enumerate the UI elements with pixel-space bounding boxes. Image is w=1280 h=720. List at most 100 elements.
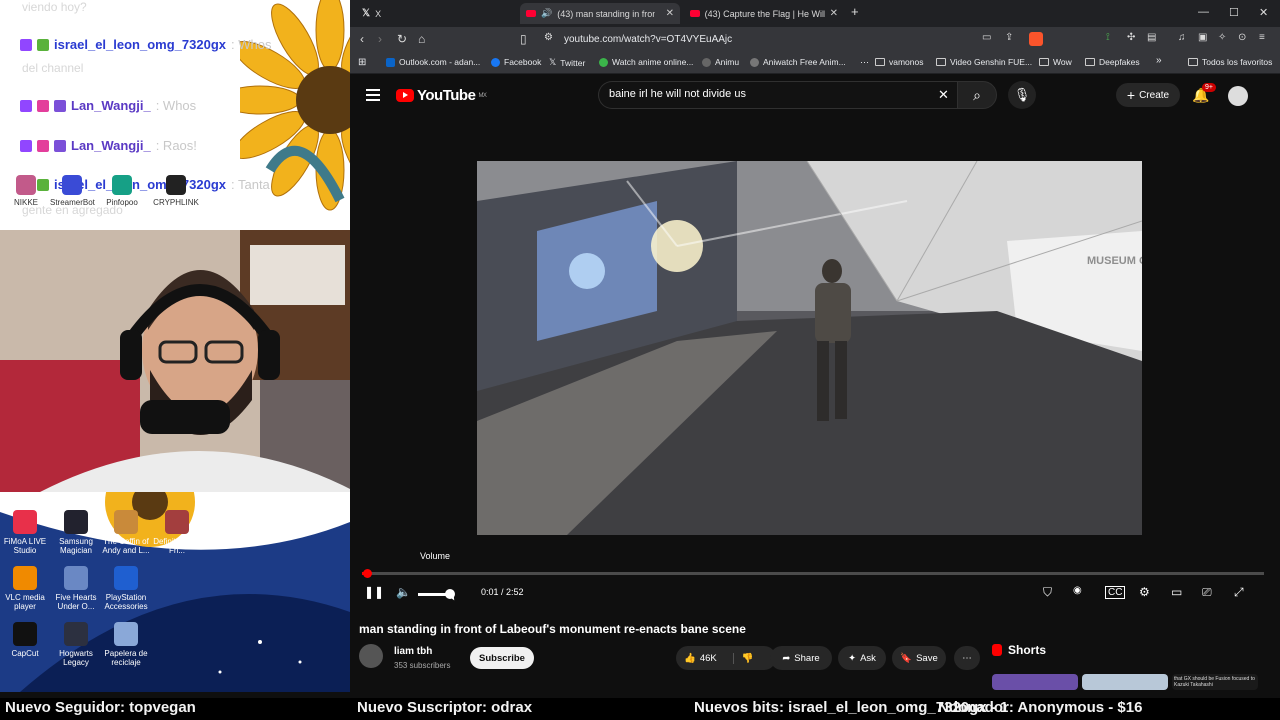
hamburger-menu-icon[interactable] <box>366 89 380 104</box>
sponsor-shield-icon[interactable]: ⛉ <box>1043 585 1052 600</box>
sidebar-icon[interactable]: ▤ <box>1147 32 1156 43</box>
bookmark-overflow[interactable]: ⋯ <box>860 57 869 68</box>
facebook-icon <box>491 57 500 67</box>
home-icon[interactable]: ⌂ <box>418 32 425 46</box>
volume-icon[interactable]: 🔈 <box>396 585 411 599</box>
tab-youtube-capture-flag[interactable]: (43) Capture the Flag | He Will Not D ✕ <box>684 3 844 24</box>
site-info-icon[interactable]: ⚙ <box>544 32 553 43</box>
dock-icon[interactable]: CRYPHLINK <box>152 175 200 207</box>
captions-icon[interactable]: CC <box>1105 586 1126 599</box>
bookmark-folder-deepfakes[interactable]: Deepfakes <box>1085 57 1140 67</box>
desktop-icon-capcut[interactable]: CapCut <box>0 622 50 658</box>
desktop-icon-hogwarts[interactable]: Hogwarts Legacy <box>51 622 101 667</box>
fullscreen-icon[interactable]: ⤢ <box>1234 585 1244 600</box>
ask-button[interactable]: ✦ Ask <box>838 646 886 670</box>
dock-icon[interactable]: NIKKE <box>8 175 44 207</box>
account-avatar[interactable] <box>1228 86 1248 106</box>
like-count[interactable]: 46K <box>700 653 717 664</box>
brave-shield-icon[interactable] <box>1029 32 1043 46</box>
music-icon[interactable]: ♫ <box>1178 32 1186 43</box>
desktop-icon-coffin-of-andy[interactable]: The Coffin of Andy and L... <box>101 510 151 555</box>
channel-avatar[interactable] <box>359 644 383 668</box>
short-thumbnail[interactable]: that GX should be Fusion focused to Kazu… <box>1172 674 1258 690</box>
clear-search-icon[interactable]: ✕ <box>938 87 949 103</box>
voice-search-button[interactable]: 🎙 <box>1008 81 1036 109</box>
video-progress-bar[interactable] <box>362 569 1264 578</box>
chat-message: Lan_Wangji_ : Whos <box>20 98 196 113</box>
bookmark-watch-anime[interactable]: Watch anime online... <box>599 57 693 67</box>
bookmark-all-favorites[interactable]: Todos los favoritos <box>1188 57 1272 67</box>
search-input[interactable]: baine irl he will not divide us <box>598 81 957 109</box>
dislike-icon[interactable]: 👎 <box>732 652 754 664</box>
dock-icon[interactable]: Pinfopoo <box>102 175 142 207</box>
vpn-icon[interactable]: ⟟ <box>1106 32 1110 43</box>
install-app-icon[interactable]: ▭ <box>982 32 991 43</box>
back-icon[interactable]: ‹ <box>360 32 364 46</box>
sub-badge-icon <box>54 139 66 152</box>
pause-icon[interactable]: ❚❚ <box>364 585 384 599</box>
desktop-icon-definitely-not[interactable]: Definitely Not Fri... <box>152 510 202 555</box>
bookmark-folder-wow[interactable]: Wow <box>1039 57 1072 67</box>
dock-icon[interactable]: StreamerBot <box>50 175 95 207</box>
new-tab-button[interactable]: + <box>851 4 859 19</box>
volume-slider[interactable] <box>418 589 455 599</box>
tab-youtube-active[interactable]: 🔊 (43) man standing in front of ✕ <box>520 3 680 24</box>
new-follower-alert: Nuevo Seguidor: topvegan <box>5 699 196 716</box>
split-view-icon[interactable]: ▣ <box>1198 32 1207 43</box>
share-icon[interactable]: ⇪ <box>1005 32 1013 43</box>
close-tab-icon[interactable]: ✕ <box>830 8 838 19</box>
globe-icon <box>702 57 711 67</box>
create-button[interactable]: + Create <box>1116 83 1180 107</box>
desktop-icon-five-hearts[interactable]: Five Hearts Under O... <box>51 566 101 611</box>
mouse-cursor-icon <box>446 590 458 603</box>
short-thumbnail[interactable] <box>992 674 1078 690</box>
menu-icon[interactable]: ≡ <box>1259 32 1265 43</box>
desktop-icon-samsung-magician[interactable]: Samsung Magician <box>51 510 101 555</box>
youtube-logo[interactable]: YouTube MX <box>396 87 487 104</box>
bookmark-folder-genshin[interactable]: Video Genshin FUE... <box>936 57 1032 67</box>
forward-icon[interactable]: › <box>378 32 382 46</box>
bookmark-page-icon[interactable]: ▯ <box>520 32 527 46</box>
share-button[interactable]: ➦ Share <box>770 646 832 670</box>
desktop-icon-recycle-bin[interactable]: Papelera de reciclaje <box>101 622 151 667</box>
short-thumbnail[interactable] <box>1082 674 1168 690</box>
chat-text: : Whos <box>155 98 197 113</box>
channel-name[interactable]: liam tbh <box>394 646 432 657</box>
save-button[interactable]: 🔖 Save <box>892 646 946 670</box>
video-player[interactable]: MUSEUM OF <box>477 161 1142 535</box>
more-actions-button[interactable]: ⋯ <box>954 646 980 670</box>
close-window-icon[interactable]: ✕ <box>1259 6 1268 19</box>
like-icon[interactable]: 👍 <box>684 653 696 664</box>
cast-icon[interactable]: ⎚ <box>1202 585 1212 600</box>
bookmark-facebook[interactable]: Facebook <box>491 57 541 67</box>
chat-username: Lan_Wangji_ <box>71 98 151 113</box>
theater-mode-icon[interactable]: ▭ <box>1171 585 1182 599</box>
minimize-icon[interactable]: — <box>1198 6 1209 18</box>
subscribe-button[interactable]: Subscribe <box>470 647 534 669</box>
close-tab-icon[interactable]: ✕ <box>666 8 674 19</box>
apps-grid-icon[interactable]: ⊞ <box>358 57 366 68</box>
tab-x[interactable]: 𝕏 X <box>356 3 516 24</box>
folder-icon <box>1188 58 1198 66</box>
bookmark-aniwatch[interactable]: Aniwatch Free Anim... <box>750 57 846 67</box>
bookmark-animu[interactable]: Animu <box>702 57 739 67</box>
search-button[interactable]: ⌕ <box>957 81 997 109</box>
rewards-icon[interactable]: ⊙ <box>1238 32 1246 43</box>
reload-icon[interactable]: ↻ <box>397 32 407 46</box>
bookmark-twitter[interactable]: 𝕏 Twitter <box>549 57 585 68</box>
like-dislike-group: 👍 46K 👎 <box>676 646 776 670</box>
bookmark-folder-vamonos[interactable]: vamonos <box>875 57 924 67</box>
extensions-icon[interactable]: ✣ <box>1127 32 1135 43</box>
settings-gear-icon[interactable]: ⚙ <box>1139 585 1150 599</box>
desktop-icon-playstation[interactable]: PlayStation Accessories <box>101 566 151 611</box>
bookmarks-more-icon[interactable]: » <box>1156 55 1162 66</box>
progress-scrubber-handle[interactable] <box>363 569 373 578</box>
autoplay-toggle-icon[interactable]: ◉ <box>1073 585 1082 596</box>
maximize-icon[interactable]: ☐ <box>1229 6 1239 19</box>
bookmark-outlook[interactable]: Outlook.com - adan... <box>386 57 480 67</box>
plus-icon: + <box>1126 87 1136 103</box>
desktop-icon-fimoa[interactable]: FiMoA LIVE Studio <box>0 510 50 555</box>
url-field[interactable]: youtube.com/watch?v=OT4VYEuAAjc <box>564 34 732 45</box>
wallet-icon[interactable]: ✧ <box>1218 32 1226 43</box>
desktop-icon-vlc[interactable]: VLC media player <box>0 566 50 611</box>
